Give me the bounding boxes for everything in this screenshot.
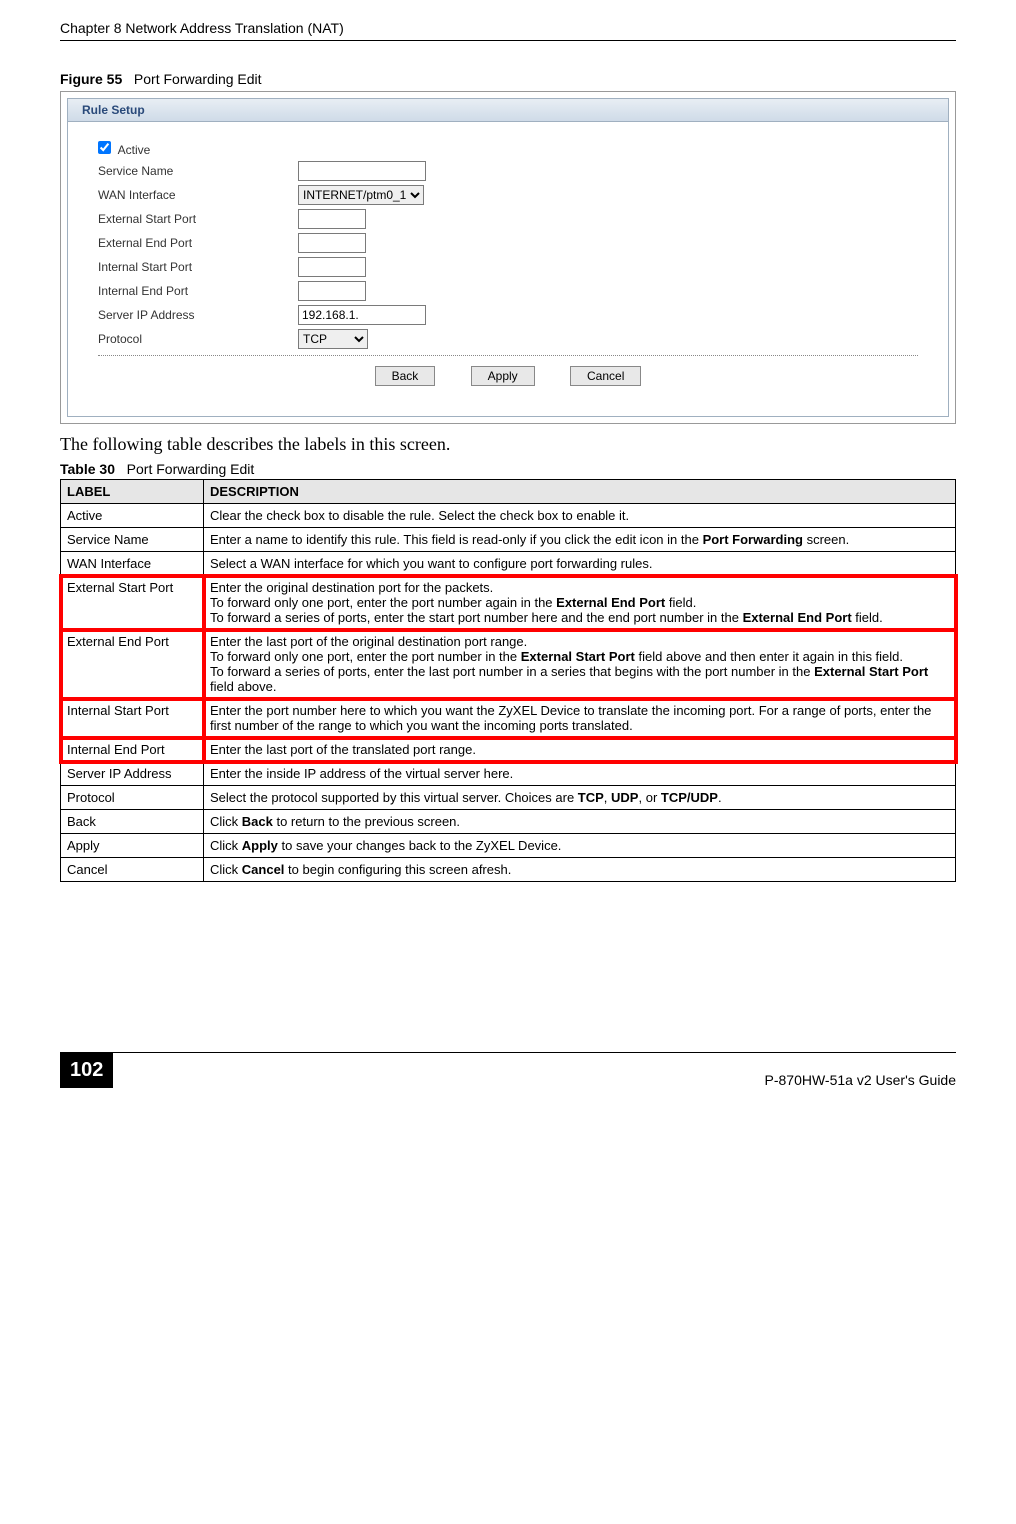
row-description: Click Cancel to begin configuring this s… [204,858,956,882]
row-label: Cancel [61,858,204,882]
table-row: CancelClick Cancel to begin configuring … [61,858,956,882]
row-description: Select a WAN interface for which you wan… [204,552,956,576]
protocol-select[interactable]: TCP [298,329,368,349]
row-description: Click Apply to save your changes back to… [204,834,956,858]
internal-start-port-label: Internal Start Port [98,260,298,274]
row-description: Select the protocol supported by this vi… [204,786,956,810]
rule-setup-pane: Rule Setup Active Service Name WAN Inter… [67,98,949,417]
row-label: Active [61,504,204,528]
external-end-port-input[interactable] [298,233,366,253]
table-row: Internal End PortEnter the last port of … [61,738,956,762]
row-description: Enter the port number here to which you … [204,699,956,738]
screenshot-frame: Rule Setup Active Service Name WAN Inter… [60,91,956,424]
row-description: Enter the original destination port for … [204,576,956,630]
row-description: Click Back to return to the previous scr… [204,810,956,834]
internal-end-port-label: Internal End Port [98,284,298,298]
server-ip-label: Server IP Address [98,308,298,322]
table-row: ProtocolSelect the protocol supported by… [61,786,956,810]
row-label: Internal End Port [61,738,204,762]
table-row: External End PortEnter the last port of … [61,630,956,699]
table-row: BackClick Back to return to the previous… [61,810,956,834]
row-description: Enter the last port of the translated po… [204,738,956,762]
active-checkbox[interactable] [98,141,111,154]
figure-title: Port Forwarding Edit [134,71,262,87]
cancel-button[interactable]: Cancel [570,366,641,386]
description-table: LABEL DESCRIPTION ActiveClear the check … [60,479,956,882]
row-label: Internal Start Port [61,699,204,738]
row-description: Clear the check box to disable the rule.… [204,504,956,528]
service-name-input[interactable] [298,161,426,181]
table-row: ActiveClear the check box to disable the… [61,504,956,528]
external-end-port-label: External End Port [98,236,298,250]
row-label: External Start Port [61,576,204,630]
row-description: Enter the last port of the original dest… [204,630,956,699]
wan-interface-label: WAN Interface [98,188,298,202]
pane-title: Rule Setup [68,99,948,122]
intro-paragraph: The following table describes the labels… [60,434,956,455]
internal-end-port-input[interactable] [298,281,366,301]
table-row: WAN InterfaceSelect a WAN interface for … [61,552,956,576]
guide-name: P-870HW-51a v2 User's Guide [765,1072,957,1088]
row-description: Enter a name to identify this rule. This… [204,528,956,552]
table-caption: Table 30 Port Forwarding Edit [60,461,956,477]
table-label: Table 30 [60,461,115,477]
service-name-label: Service Name [98,164,298,178]
active-label: Active [118,143,151,157]
separator [98,355,918,356]
table-row: Server IP AddressEnter the inside IP add… [61,762,956,786]
back-button[interactable]: Back [375,366,436,386]
table-row: ApplyClick Apply to save your changes ba… [61,834,956,858]
row-label: Server IP Address [61,762,204,786]
protocol-label: Protocol [98,332,298,346]
row-label: External End Port [61,630,204,699]
page-number: 102 [60,1053,113,1088]
row-label: WAN Interface [61,552,204,576]
apply-button[interactable]: Apply [471,366,535,386]
row-description: Enter the inside IP address of the virtu… [204,762,956,786]
row-label: Service Name [61,528,204,552]
external-start-port-input[interactable] [298,209,366,229]
page-footer: 102 P-870HW-51a v2 User's Guide [60,1052,956,1088]
running-header: Chapter 8 Network Address Translation (N… [60,20,956,41]
figure-label: Figure 55 [60,71,122,87]
server-ip-input[interactable] [298,305,426,325]
th-description: DESCRIPTION [204,480,956,504]
row-label: Protocol [61,786,204,810]
external-start-port-label: External Start Port [98,212,298,226]
table-row: Internal Start PortEnter the port number… [61,699,956,738]
wan-interface-select[interactable]: INTERNET/ptm0_1 [298,185,424,205]
th-label: LABEL [61,480,204,504]
table-title: Port Forwarding Edit [127,461,255,477]
row-label: Apply [61,834,204,858]
table-row: Service NameEnter a name to identify thi… [61,528,956,552]
row-label: Back [61,810,204,834]
internal-start-port-input[interactable] [298,257,366,277]
figure-caption: Figure 55 Port Forwarding Edit [60,71,956,87]
table-row: External Start PortEnter the original de… [61,576,956,630]
